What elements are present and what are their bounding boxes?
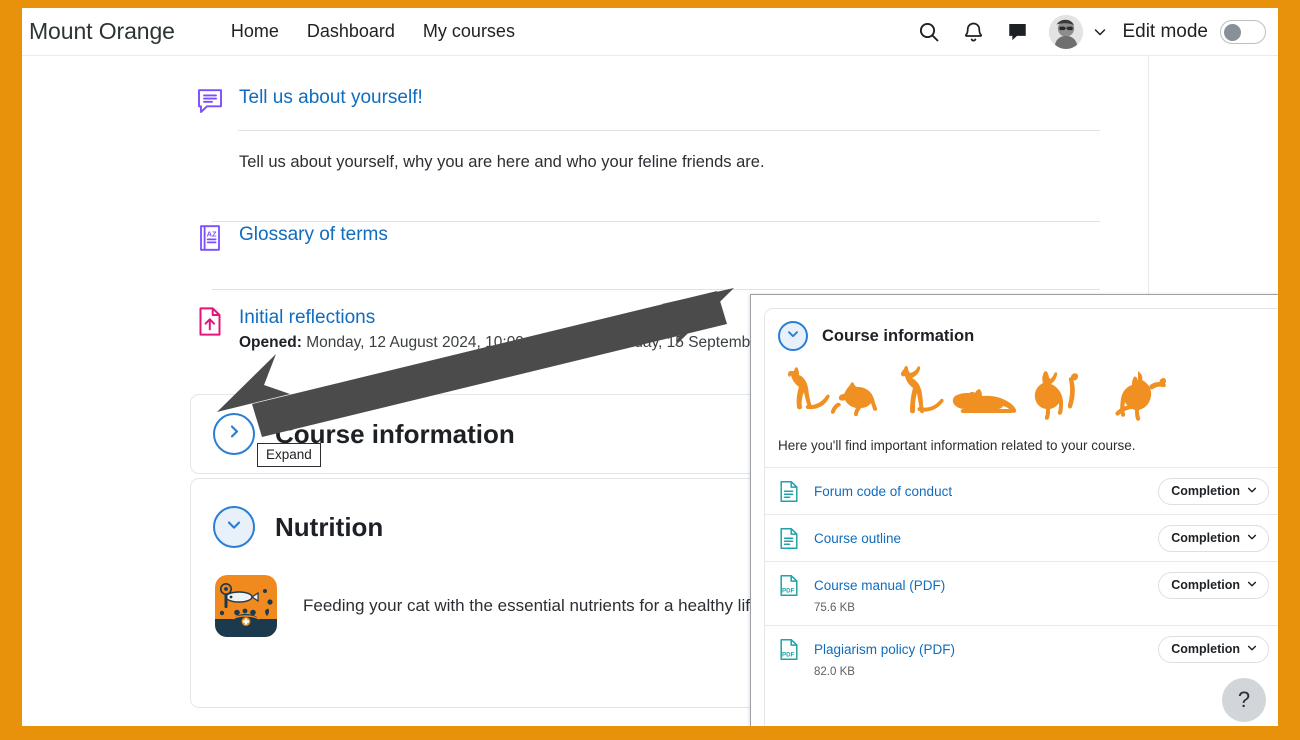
activity-title-link[interactable]: Glossary of terms bbox=[239, 223, 388, 247]
divider bbox=[212, 289, 1100, 290]
section-collapse-toggle[interactable] bbox=[213, 506, 255, 548]
popup-activity-list: Forum code of conduct Completion Course … bbox=[765, 467, 1278, 689]
chevron-down-icon bbox=[1247, 578, 1257, 592]
nav-item-dashboard[interactable]: Dashboard bbox=[307, 21, 395, 42]
toggle-knob bbox=[1224, 23, 1241, 41]
activity-link[interactable]: Forum code of conduct bbox=[814, 484, 1158, 499]
popup-title: Course information bbox=[822, 326, 975, 345]
course-content: Tell us about yourself! Tell us about yo… bbox=[22, 56, 1278, 726]
popup-header: Course information bbox=[765, 309, 1278, 351]
list-item: PDF Course manual (PDF) Completion 75.6 … bbox=[765, 561, 1278, 625]
completion-dropdown[interactable]: Completion bbox=[1158, 571, 1269, 599]
bell-icon[interactable] bbox=[951, 10, 995, 54]
orange-page-frame: Mount Orange Home Dashboard My courses E… bbox=[0, 0, 1300, 740]
help-button[interactable]: ? bbox=[1222, 678, 1266, 722]
popup-description: Here you'll find important information r… bbox=[778, 438, 1136, 453]
search-icon[interactable] bbox=[907, 10, 951, 54]
svg-text:PDF: PDF bbox=[782, 587, 795, 594]
opened-value: Monday, 12 August 2024, 10:00 AM bbox=[306, 334, 551, 351]
avatar-chevron-down-icon[interactable] bbox=[1092, 24, 1108, 40]
svg-text:PDF: PDF bbox=[782, 651, 795, 658]
page-icon bbox=[778, 526, 800, 550]
top-navbar: Mount Orange Home Dashboard My courses E… bbox=[22, 8, 1278, 56]
site-brand[interactable]: Mount Orange bbox=[29, 18, 175, 45]
section-title: Nutrition bbox=[275, 511, 384, 542]
completion-dropdown[interactable]: Completion bbox=[1158, 635, 1269, 663]
due-label: Due: bbox=[567, 334, 603, 351]
expand-tooltip: Expand bbox=[257, 443, 321, 467]
list-item: PDF Plagiarism policy (PDF) Completion 8… bbox=[765, 625, 1278, 689]
activity-title-link[interactable]: Tell us about yourself! bbox=[239, 86, 423, 110]
activity-glossary: AZ Glossary of terms bbox=[170, 221, 1148, 290]
chevron-down-icon bbox=[1247, 531, 1257, 545]
completion-label: Completion bbox=[1171, 577, 1240, 592]
chevron-down-icon bbox=[225, 516, 243, 539]
cat-food-bowl-thumb bbox=[215, 575, 277, 637]
browser-viewport: Mount Orange Home Dashboard My courses E… bbox=[22, 8, 1278, 726]
completion-dropdown[interactable]: Completion bbox=[1158, 477, 1269, 505]
forum-icon bbox=[193, 84, 227, 118]
completion-label: Completion bbox=[1171, 483, 1240, 498]
chevron-down-icon bbox=[786, 327, 800, 346]
activity-description: Tell us about yourself, why you are here… bbox=[239, 153, 765, 171]
glossary-book-icon: AZ bbox=[193, 221, 227, 255]
section-expand-toggle[interactable] bbox=[213, 413, 255, 455]
list-item: Course outline Completion bbox=[765, 514, 1278, 561]
activity-link[interactable]: Plagiarism policy (PDF) bbox=[814, 642, 1158, 657]
chevron-down-icon bbox=[1247, 484, 1257, 498]
nav-item-my-courses[interactable]: My courses bbox=[423, 21, 515, 42]
pdf-icon: PDF bbox=[778, 637, 800, 661]
file-size: 82.0 KB bbox=[814, 666, 855, 678]
popup-collapse-toggle[interactable] bbox=[778, 321, 808, 351]
navbar-actions: Edit mode bbox=[907, 10, 1266, 54]
activity-link[interactable]: Course manual (PDF) bbox=[814, 578, 1158, 593]
opened-label: Opened: bbox=[239, 334, 302, 351]
page-icon bbox=[778, 479, 800, 503]
activity-forum: Tell us about yourself! Tell us about yo… bbox=[170, 84, 1148, 222]
pdf-icon: PDF bbox=[778, 573, 800, 597]
avatar[interactable] bbox=[1049, 14, 1084, 49]
svg-text:AZ: AZ bbox=[207, 229, 217, 238]
activity-link[interactable]: Course outline bbox=[814, 531, 1158, 546]
cat-silhouettes-banner bbox=[778, 359, 1198, 421]
chevron-right-icon bbox=[226, 423, 243, 445]
activity-title-link[interactable]: Initial reflections bbox=[239, 306, 375, 330]
section-description: Feeding your cat with the essential nutr… bbox=[303, 596, 760, 615]
file-size: 75.6 KB bbox=[814, 602, 855, 614]
completion-dropdown[interactable]: Completion bbox=[1158, 524, 1269, 552]
assignment-upload-icon bbox=[193, 304, 227, 338]
primary-nav: Home Dashboard My courses bbox=[231, 21, 515, 42]
edit-mode-toggle[interactable] bbox=[1220, 19, 1266, 44]
completion-label: Completion bbox=[1171, 641, 1240, 656]
list-item: Forum code of conduct Completion bbox=[765, 467, 1278, 514]
message-icon[interactable] bbox=[995, 10, 1039, 54]
popup-card: Course information Here you'll find impo… bbox=[764, 308, 1278, 726]
course-information-expanded-popup: Course information Here you'll find impo… bbox=[750, 294, 1278, 726]
edit-mode-label: Edit mode bbox=[1122, 20, 1208, 42]
chevron-down-icon bbox=[1247, 642, 1257, 656]
completion-label: Completion bbox=[1171, 530, 1240, 545]
nav-item-home[interactable]: Home bbox=[231, 21, 279, 42]
